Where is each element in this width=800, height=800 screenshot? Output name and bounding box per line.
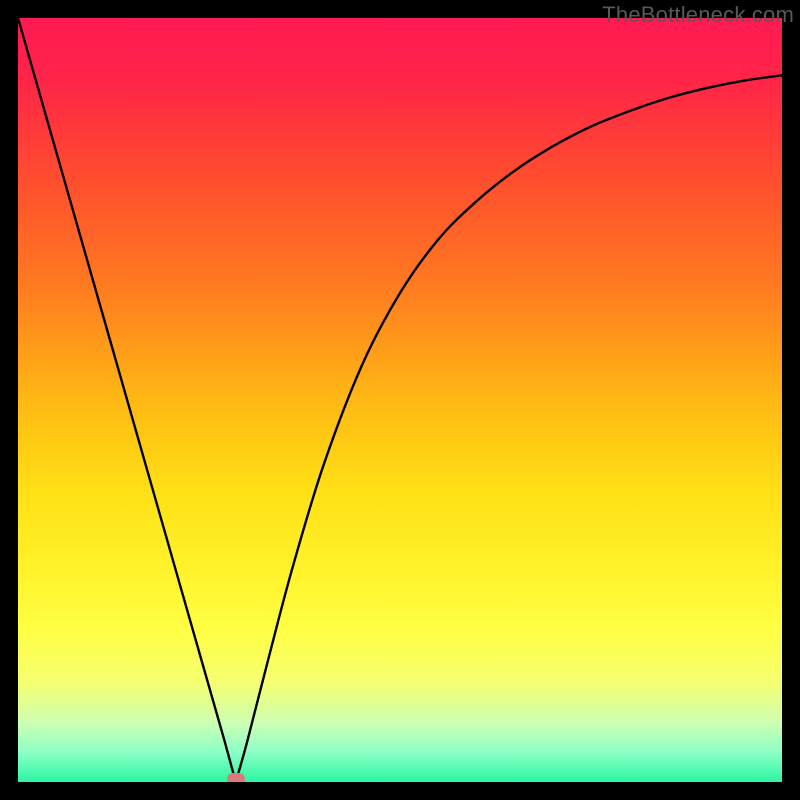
watermark: TheBottleneck.com: [602, 2, 794, 28]
bottleneck-curve: [18, 18, 782, 782]
plot-area: [18, 18, 782, 782]
minimum-marker: [227, 773, 245, 782]
